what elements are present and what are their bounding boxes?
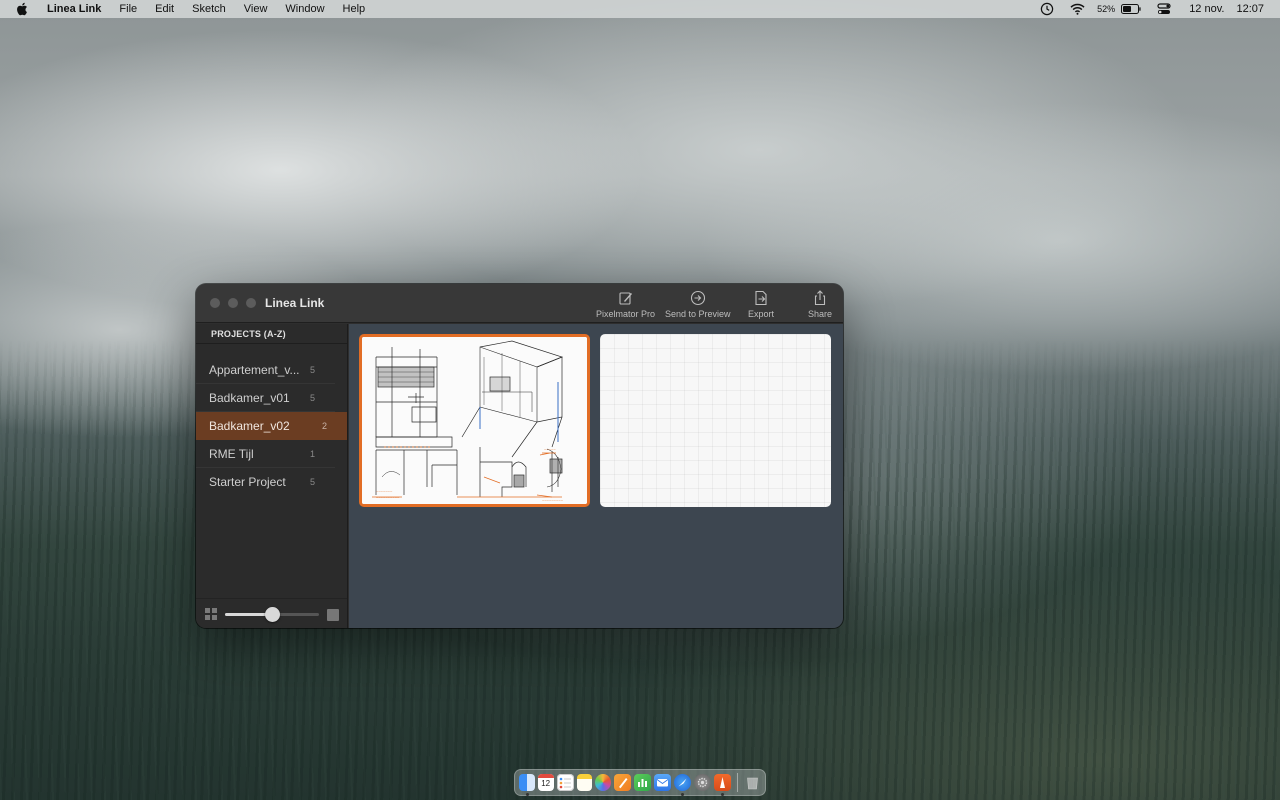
export-label: Export [748,309,775,319]
zoom-button[interactable] [246,298,256,308]
svg-text:~~~~~~~~~: ~~~~~~~~~ [542,498,564,503]
dock-separator [737,773,738,792]
menu-file[interactable]: File [110,0,146,18]
minimize-button[interactable] [228,298,238,308]
window-titlebar: Linea Link Pixelmator Pro Send to Previe… [196,284,843,323]
share-button[interactable]: Share [808,290,832,319]
grid-small-icon[interactable] [205,608,217,620]
calendar-day: 12 [541,779,551,788]
time-machine-icon[interactable] [1040,2,1054,16]
menu-window[interactable]: Window [276,0,333,18]
menubar-time[interactable]: 12:07 [1236,3,1264,15]
wifi-icon[interactable] [1070,3,1085,15]
safari-icon[interactable] [674,774,692,796]
project-item-selected[interactable]: Badkamer_v02 2 [196,412,347,440]
mail-icon[interactable] [654,774,672,791]
projects-list: Appartement_v... 5 Badkamer_v01 5 Badkam… [196,356,347,496]
projects-header[interactable]: PROJECTS (A-Z) [196,324,347,344]
thumbnail-size-slider[interactable] [225,607,319,622]
sketch-card-blank[interactable] [600,334,831,507]
calendar-icon[interactable]: 12 [537,774,554,791]
photos-icon[interactable] [595,774,612,791]
menu-view[interactable]: View [235,0,277,18]
notes-icon[interactable] [576,774,593,791]
sidebar-footer [196,598,347,628]
trash-icon[interactable] [744,774,761,791]
project-item[interactable]: Starter Project 5 [196,468,335,496]
control-center-icon[interactable] [1157,3,1171,15]
project-count: 2 [321,420,327,431]
blank-sketch-grid [600,334,831,507]
project-name: Appartement_v... [209,362,300,377]
share-label: Share [808,309,833,319]
projects-sidebar: PROJECTS (A-Z) Appartement_v... 5 Badkam… [196,324,348,628]
svg-text:~~~~~~~: ~~~~~~~ [376,489,393,494]
menu-sketch[interactable]: Sketch [183,0,235,18]
slider-knob[interactable] [264,607,280,622]
send-to-preview-button[interactable]: Send to Preview [665,290,731,319]
menu-bar: Linea Link File Edit Sketch View Window … [0,0,1280,18]
menu-help[interactable]: Help [334,0,375,18]
close-button[interactable] [210,298,220,308]
pixelmator-pro-label: Pixelmator Pro [596,309,656,319]
project-count: 5 [309,392,315,403]
project-name: Badkamer_v01 [209,390,290,405]
linea-link-icon[interactable] [714,774,732,796]
project-item[interactable]: RME Tijl 1 [196,440,335,468]
pixelmator-pro-button[interactable]: Pixelmator Pro [596,290,655,319]
project-count: 5 [309,364,315,375]
window-controls [210,298,256,308]
project-count: 5 [309,477,315,487]
project-item[interactable]: Badkamer_v01 5 [196,384,335,412]
export-icon [755,290,767,306]
sketch-card-selected[interactable]: ~~~~~~~ ~~~~~~~~~~ ~~~~~ ~~~~~~~~~ [359,334,590,507]
svg-text:~~~~~: ~~~~~ [544,447,556,452]
battery-percent: 52% [1097,4,1116,14]
linea-link-window: Linea Link Pixelmator Pro Send to Previe… [196,284,843,628]
reminders-icon[interactable] [556,774,574,791]
pages-icon[interactable] [614,774,632,791]
svg-text:~~~~~~~~~~: ~~~~~~~~~~ [376,495,400,500]
window-title: Linea Link [265,296,325,310]
share-icon [814,290,826,306]
finder-icon[interactable] [519,774,535,796]
apple-menu-icon[interactable] [14,0,30,18]
send-arrow-icon [690,290,705,306]
menubar-date[interactable]: 12 nov. [1189,3,1224,15]
export-button[interactable]: Export [748,290,774,319]
sketch-grid: ~~~~~~~ ~~~~~~~~~~ ~~~~~ ~~~~~~~~~ [349,324,843,628]
brush-icon [618,292,632,305]
large-thumbnail-icon[interactable] [327,609,339,621]
menu-app-name[interactable]: Linea Link [40,0,110,18]
project-count: 1 [309,448,315,459]
battery-icon[interactable] [1121,4,1141,14]
project-item[interactable]: Appartement_v... 5 [196,356,335,384]
project-name: RME Tijl [209,446,254,461]
system-preferences-icon[interactable] [694,774,712,791]
project-name: Badkamer_v02 [209,418,290,433]
dock: 12 [514,769,766,796]
numbers-icon[interactable] [634,774,652,791]
project-name: Starter Project [209,475,286,489]
architectural-sketch-thumbnail: ~~~~~~~ ~~~~~~~~~~ ~~~~~ ~~~~~~~~~ [362,337,587,504]
send-to-preview-label: Send to Preview [665,309,731,319]
menu-edit[interactable]: Edit [146,0,183,18]
